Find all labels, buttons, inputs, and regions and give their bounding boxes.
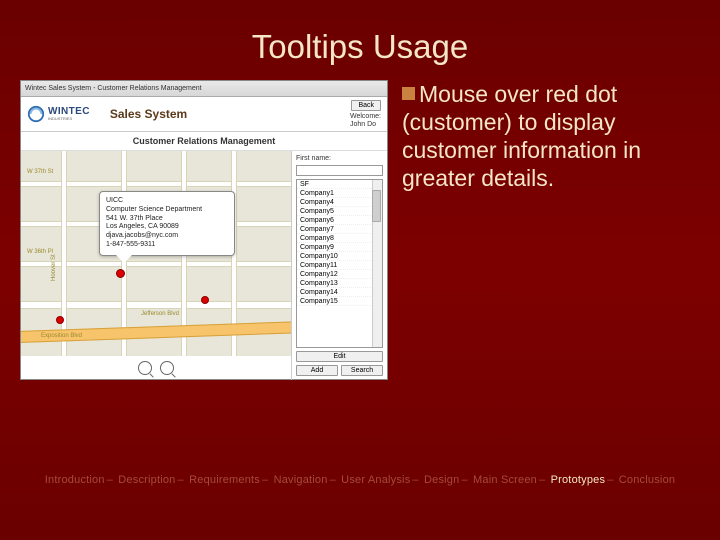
road-label: W 37th St (27, 169, 53, 175)
welcome-label: Welcome: John Do (350, 113, 381, 128)
sub-header: Customer Relations Management (21, 132, 387, 151)
company-listbox[interactable]: SF Company1 Company4 Company5 Company6 C… (296, 179, 383, 348)
list-item[interactable]: Company1 (297, 189, 382, 198)
nav-item: Conclusion (619, 474, 675, 486)
app-main: W 37th St W 36th Pl Hoover St Jefferson … (21, 151, 387, 380)
footer-nav: Introduction– Description– Requirements–… (0, 474, 720, 486)
content-row: Wintec Sales System - Customer Relations… (0, 66, 720, 380)
road-label: Exposition Blvd (41, 333, 82, 339)
add-button[interactable]: Add (296, 365, 338, 376)
first-name-label: First name: (296, 155, 383, 162)
list-item[interactable]: Company15 (297, 297, 382, 306)
customer-tooltip: UICC Computer Science Department 541 W. … (99, 191, 235, 256)
list-item[interactable]: Company4 (297, 198, 382, 207)
zoom-out-icon[interactable] (160, 361, 174, 375)
list-item[interactable]: Company7 (297, 225, 382, 234)
list-item[interactable]: Company12 (297, 270, 382, 279)
app-screenshot: Wintec Sales System - Customer Relations… (20, 80, 388, 380)
slide-title: Tooltips Usage (0, 0, 720, 66)
nav-item-active: Prototypes (551, 474, 606, 486)
app-window-title: Wintec Sales System - Customer Relations… (21, 81, 387, 97)
edit-button[interactable]: Edit (296, 351, 383, 362)
back-button[interactable]: Back (351, 100, 381, 111)
list-item[interactable]: Company11 (297, 261, 382, 270)
list-item[interactable]: Company5 (297, 207, 382, 216)
list-item[interactable]: Company8 (297, 234, 382, 243)
customer-dot[interactable] (201, 296, 209, 304)
scrollbar[interactable] (372, 180, 382, 347)
road-label: Hoover St (51, 254, 57, 281)
customer-dot[interactable] (56, 316, 64, 324)
list-item[interactable]: Company14 (297, 288, 382, 297)
road-label: Jefferson Blvd (141, 311, 179, 317)
nav-item: Design (424, 474, 459, 486)
side-panel: First name: SF Company1 Company4 Company… (291, 151, 387, 380)
app-body: WINTEC INDUSTRIES Sales System Back Welc… (21, 97, 387, 380)
map-zoom-bar (21, 356, 291, 380)
list-item[interactable]: Company13 (297, 279, 382, 288)
app-header: WINTEC INDUSTRIES Sales System Back Welc… (21, 97, 387, 132)
bullet-square-icon (402, 87, 415, 100)
customer-dot[interactable] (116, 269, 125, 278)
list-item[interactable]: Company10 (297, 252, 382, 261)
nav-item: Requirements (189, 474, 260, 486)
swirl-icon (27, 105, 45, 123)
search-button[interactable]: Search (341, 365, 383, 376)
road-label: W 36th Pl (27, 249, 53, 255)
map[interactable]: W 37th St W 36th Pl Hoover St Jefferson … (21, 151, 291, 356)
wintec-logo: WINTEC INDUSTRIES (27, 105, 90, 123)
nav-item: Introduction (45, 474, 105, 486)
list-item[interactable]: Company6 (297, 216, 382, 225)
map-panel: W 37th St W 36th Pl Hoover St Jefferson … (21, 151, 291, 380)
nav-item: User Analysis (341, 474, 410, 486)
nav-item: Main Screen (473, 474, 537, 486)
logo-text: WINTEC INDUSTRIES (48, 107, 90, 121)
nav-item: Navigation (274, 474, 328, 486)
list-item[interactable]: Company9 (297, 243, 382, 252)
list-item[interactable]: SF (297, 180, 382, 189)
zoom-in-icon[interactable] (138, 361, 152, 375)
system-label: Sales System (110, 107, 187, 121)
first-name-input[interactable] (296, 165, 383, 176)
nav-item: Description (118, 474, 175, 486)
bullet-text: Mouse over red dot (customer) to display… (402, 80, 700, 192)
